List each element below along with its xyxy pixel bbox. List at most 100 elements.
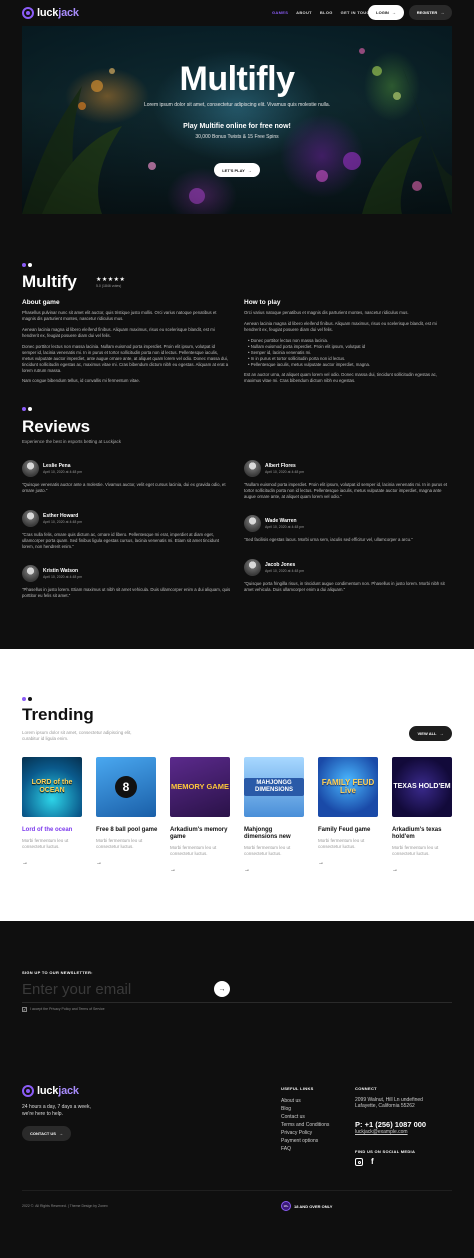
login-label: LOGIN [376,10,389,15]
game-card[interactable]: MAHJONGG DIMENSIONS Mahjongg dimensions … [244,757,304,873]
register-label: REGISTER [416,10,438,15]
about-paragraph-4: Nam congue bibendum tellus, id convallis… [22,378,140,383]
footer-link-blog[interactable]: Blog [281,1105,329,1113]
game-description: Morbi fermentum leo ut consectetur luctu… [96,838,143,849]
game-card[interactable]: FAMILY FEUD Live Family Feud game Morbi … [318,757,378,866]
game-name[interactable]: Arkadium's memory game [170,827,232,841]
login-button[interactable]: LOGIN → [368,5,404,20]
site-header: luckjack GAMES ABOUT BLOG GET IN TOUCH L… [0,0,474,26]
about-heading: About game [22,299,60,306]
facebook-icon[interactable]: f [371,1158,374,1166]
game-name[interactable]: Family Feud game [318,827,380,834]
game-name[interactable]: Arkadium's texas hold'em [392,827,454,841]
section-dots [22,407,32,411]
arrow-right-icon[interactable]: → [392,867,398,873]
game-card[interactable]: TEXAS HOLD'EM Arkadium's texas hold'em M… [392,757,452,873]
game-thumbnail[interactable]: 8 [96,757,156,817]
social-heading: FIND US ON SOCIAL MEDIA [355,1149,416,1154]
howto-paragraph-1: Orci varius natoque penatibus et magnis … [244,310,409,315]
section-dots [22,697,32,701]
game-card[interactable]: MEMORY GAME Arkadium's memory game Morbi… [170,757,230,873]
footer-email[interactable]: luckjack@example.com [355,1129,408,1135]
footer-link-terms[interactable]: Terms and Conditions [281,1121,329,1129]
game-thumbnail[interactable]: LORD of the OCEAN [22,757,82,817]
review-text: "Cras nulla felis, ornare quis dictum ac… [22,532,220,549]
trending-section: Trending Lorem ipsum dolor sit amet, con… [0,649,474,921]
reviewer-name: Esther Howard [43,513,79,519]
game-name[interactable]: Mahjongg dimensions new [244,827,306,841]
reviewer-name: Wade Warren [265,518,297,524]
play-label: LET'S PLAY [222,167,245,173]
play-button[interactable]: LET'S PLAY → [214,163,260,177]
thumbnail-title: MEMORY GAME [171,782,229,791]
thumbnail-title: 8 [115,776,137,798]
arrow-right-icon: → [218,985,226,993]
register-button[interactable]: REGISTER → [409,5,452,20]
arrow-right-icon[interactable]: → [318,860,324,866]
footer-link-contact[interactable]: Contact us [281,1113,329,1121]
logo-text: luckjack [37,1085,79,1097]
game-description: Morbi fermentum leo ut consectetur luctu… [392,845,439,856]
game-card[interactable]: LORD of the OCEAN Lord of the ocean Morb… [22,757,82,866]
review-text: "Phasellus in justo lorem. Etiam maximus… [22,587,231,598]
arrow-right-icon: → [58,1131,63,1136]
footer-phone[interactable]: P: +1 (256) 1087 000 [355,1120,426,1129]
trending-title: Trending [22,705,94,724]
footer-logo[interactable]: luckjack [22,1085,79,1097]
footer-link-privacy[interactable]: Privacy Policy [281,1129,329,1137]
review-card: Wade Warren April 10, 2020 at 4:48 pm "S… [244,515,454,550]
terms-label: I accept the Privacy Policy and Terms of… [30,1007,105,1011]
game-description: Morbi fermentum leo ut consectetur luctu… [170,845,217,856]
nav-item-about[interactable]: ABOUT [296,10,312,15]
useful-links-list: About us Blog Contact us Terms and Condi… [281,1097,329,1153]
avatar [22,460,39,477]
instagram-icon[interactable] [355,1158,363,1166]
copyright: 2022 ©. All Rights Reserved. | Theme Des… [22,1204,108,1208]
game-name[interactable]: Lord of the ocean [22,827,84,834]
arrow-right-icon[interactable]: → [244,867,250,873]
review-date: April 10, 2020 at 4:48 pm [43,520,83,524]
game-name[interactable]: Free 8 ball pool game [96,827,158,834]
list-item: Pellentesque iaculis, metus vulputate au… [248,362,370,368]
rating-stars: ★★★★★ [96,277,126,283]
contact-us-label: CONTACT US [30,1131,56,1136]
avatar [244,559,261,576]
email-field[interactable] [22,978,212,1000]
about-paragraph-3: Donec porttitor lectus non massa lacinia… [22,344,229,373]
howto-heading: How to play [244,299,281,306]
footer-link-faq[interactable]: FAQ [281,1145,329,1153]
arrow-right-icon[interactable]: → [96,860,102,866]
newsletter-submit-button[interactable]: → [214,981,230,997]
connect-heading: CONNECT [355,1086,377,1091]
contact-us-button[interactable]: CONTACT US → [22,1126,71,1141]
arrow-right-icon[interactable]: → [22,860,28,866]
rating-votes: 5.0 (1846 votes) [96,284,122,288]
arrow-right-icon[interactable]: → [170,867,176,873]
arrow-right-icon: → [247,167,252,173]
terms-checkbox[interactable]: ✓ [22,1007,27,1012]
divider [22,1002,452,1003]
game-thumbnail[interactable]: TEXAS HOLD'EM [392,757,452,817]
game-thumbnail[interactable]: FAMILY FEUD Live [318,757,378,817]
game-thumbnail[interactable]: MAHJONGG DIMENSIONS [244,757,304,817]
logo[interactable]: luckjack [22,7,79,19]
useful-links-heading: USEFUL LINKS [281,1086,314,1091]
section-dots [22,263,32,267]
main-nav: GAMES ABOUT BLOG GET IN TOUCH [272,10,373,15]
nav-item-games[interactable]: GAMES [272,10,288,15]
review-card: Kristin Watson April 10, 2020 at 4:48 pm… [22,565,232,605]
review-date: April 10, 2020 at 4:48 pm [43,470,83,474]
footer-link-about[interactable]: About us [281,1097,329,1105]
view-all-button[interactable]: VIEW ALL → [409,726,452,741]
view-all-label: VIEW ALL [417,731,437,736]
game-thumbnail[interactable]: MEMORY GAME [170,757,230,817]
reviews-title: Reviews [22,417,91,436]
nav-item-blog[interactable]: BLOG [320,10,333,15]
game-card[interactable]: 8 Free 8 ball pool game Morbi fermentum … [96,757,157,866]
thumbnail-title: MAHJONGG DIMENSIONS [244,778,304,796]
footer-link-payment[interactable]: Payment options [281,1137,329,1145]
thumbnail-title: LORD of the OCEAN [31,779,73,794]
age-restriction-text: 18 AND OVER ONLY [294,1204,333,1209]
logo-icon [22,7,34,19]
review-card: Albert Flores April 10, 2020 at 4:48 pm … [244,460,454,510]
